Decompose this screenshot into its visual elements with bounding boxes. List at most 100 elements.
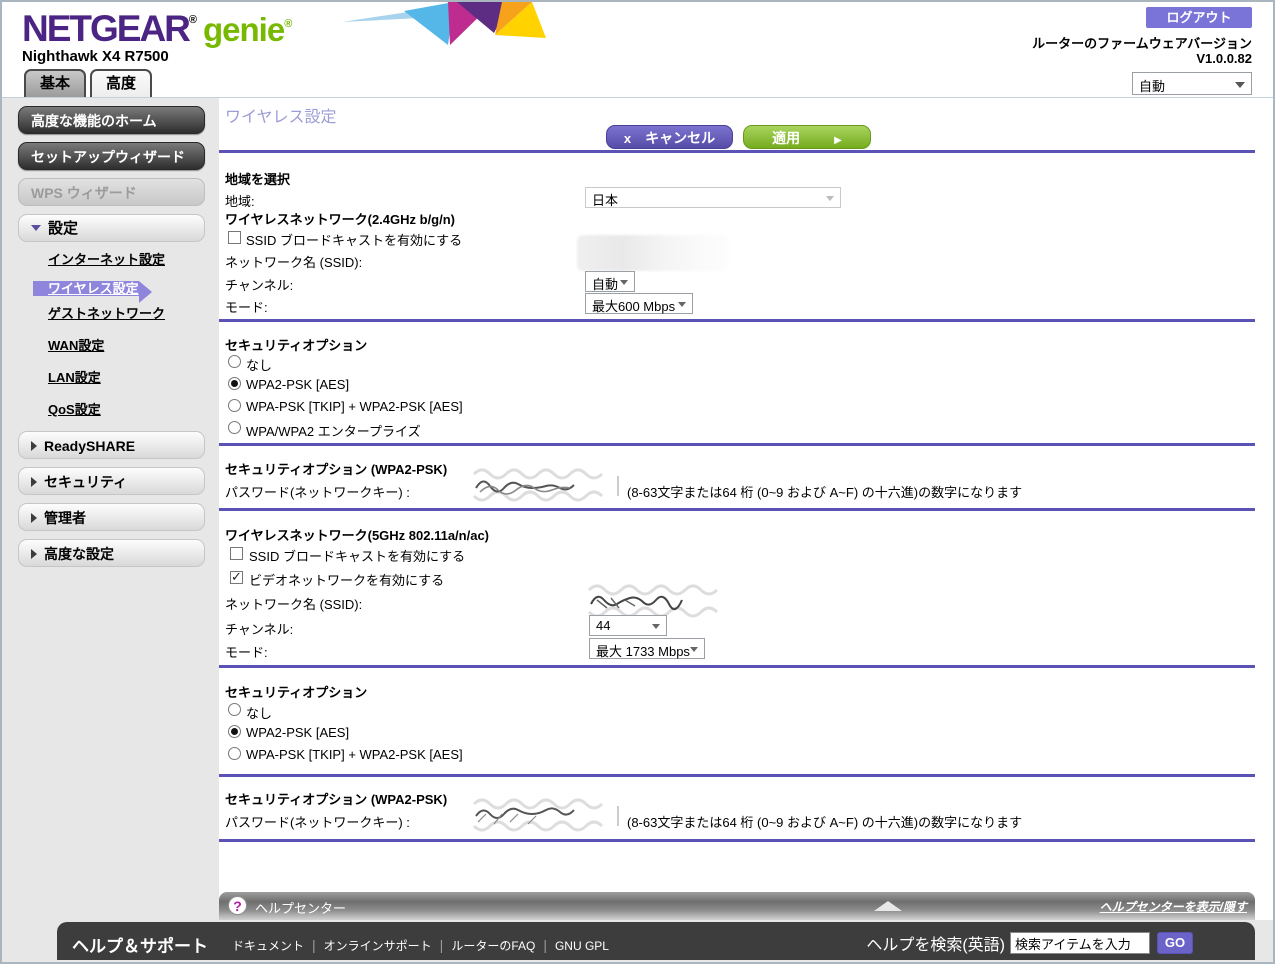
language-select[interactable]: 自動 — [1132, 72, 1252, 95]
footer-link-gnu-gpl[interactable]: GNU GPL — [555, 939, 609, 953]
password-24-hint: (8-63文字または64 桁 (0~9 および A~F) の十六進)の数字になり… — [627, 482, 1022, 501]
content-region: 高度な機能のホーム セットアップウィザード WPS ウィザード 設定 インターネ… — [2, 97, 1273, 920]
sidebar-item-qos-settings[interactable]: QoS設定 — [48, 396, 219, 421]
security24-option-wpa2psk: WPA2-PSK [AES] — [246, 377, 349, 392]
channel-5-select[interactable]: 44 — [589, 615, 667, 636]
mode-5-select[interactable]: 最大 1733 Mbps — [589, 638, 705, 659]
page: NETGEAR®genie® Nighthawk X4 R7500 ログアウト … — [2, 2, 1273, 962]
security24-option-enterprise: WPA/WPA2 エンタープライズ — [246, 421, 421, 440]
security24-radio-none[interactable] — [228, 355, 241, 368]
security5-option-wpapsk-wpa2psk: WPA-PSK [TKIP] + WPA2-PSK [AES] — [246, 747, 463, 762]
ssid-broadcast-5-label: SSID ブロードキャストを有効にする — [249, 546, 465, 565]
tab-basic[interactable]: 基本 — [24, 69, 86, 97]
chevron-down-icon — [652, 624, 660, 629]
mode-5-label: モード: — [225, 642, 268, 661]
sidebar-group-advanced-setup[interactable]: 高度な設定 — [18, 539, 205, 567]
ssid-broadcast-24-label: SSID ブロードキャストを有効にする — [246, 230, 462, 249]
video-network-5-label: ビデオネットワークを有効にする — [249, 570, 444, 589]
security5-option-none: なし — [246, 703, 272, 722]
network-name-24-label: ネットワーク名 (SSID): — [225, 252, 362, 271]
cancel-button[interactable]: xキャンセル — [606, 125, 733, 149]
sidebar: 高度な機能のホーム セットアップウィザード WPS ウィザード 設定 インターネ… — [2, 98, 219, 920]
apply-arrow-icon: ▶ — [834, 135, 842, 146]
chevron-down-icon — [678, 302, 686, 307]
tab-advanced[interactable]: 高度 — [90, 69, 152, 97]
ssid-broadcast-24-checkbox[interactable] — [228, 231, 241, 244]
triangle-right-icon — [31, 477, 37, 487]
sidebar-item-internet-settings[interactable]: インターネット設定 — [48, 246, 219, 271]
sidebar-item-setup-wizard[interactable]: セットアップウィザード — [18, 142, 205, 170]
password-5-field-redacted[interactable] — [472, 798, 624, 832]
apply-button[interactable]: 適用▶ — [743, 125, 871, 149]
sidebar-group-settings-label: 設定 — [48, 220, 78, 237]
section-divider — [219, 443, 1255, 446]
netgear-triangles-logo-icon — [342, 2, 567, 54]
footer-link-online-support[interactable]: オンラインサポート — [324, 939, 432, 953]
psk5-heading: セキュリティオプション (WPA2-PSK) — [225, 789, 447, 808]
help-center-toggle-link[interactable]: ヘルプセンターを表示/隠す — [1100, 898, 1247, 915]
sidebar-group-advanced-setup-label: 高度な設定 — [44, 546, 114, 562]
cancel-button-label: キャンセル — [645, 130, 715, 146]
ssid-broadcast-5-checkbox[interactable] — [230, 547, 243, 560]
mode-24-select[interactable]: 最大600 Mbps — [585, 293, 693, 314]
sidebar-item-wan-settings[interactable]: WAN設定 — [48, 332, 219, 357]
section-divider — [219, 839, 1255, 842]
channel-24-select[interactable]: 自動 — [585, 271, 635, 292]
network-name-24-field-redacted[interactable] — [577, 235, 729, 271]
sidebar-item-guest-network[interactable]: ゲストネットワーク — [48, 300, 219, 325]
network-name-5-label: ネットワーク名 (SSID): — [225, 594, 362, 613]
registered-mark-icon: ® — [284, 18, 292, 30]
triangle-right-icon — [31, 441, 37, 451]
go-button[interactable]: GO — [1157, 932, 1193, 954]
chevron-down-icon — [620, 280, 628, 285]
collapse-arrow-icon[interactable] — [874, 901, 902, 911]
mode-24-value: 最大600 Mbps — [592, 299, 675, 314]
region-selected-value: 日本 — [592, 193, 618, 208]
chevron-down-icon — [1235, 82, 1245, 88]
security24-option-wpapsk-wpa2psk: WPA-PSK [TKIP] + WPA2-PSK [AES] — [246, 399, 463, 414]
sidebar-group-settings[interactable]: 設定 — [18, 214, 205, 242]
help-center-bar: ? ヘルプセンター ヘルプセンターを表示/隠す — [219, 892, 1255, 920]
channel-24-label: チャンネル: — [225, 275, 293, 294]
help-question-icon[interactable]: ? — [228, 896, 247, 915]
security24-option-none: なし — [246, 355, 272, 374]
security5-radio-wpapsk-wpa2psk[interactable] — [228, 747, 241, 760]
tab-bar: 基本高度 — [24, 69, 156, 97]
footer-link-router-faq[interactable]: ルーターのFAQ — [451, 939, 535, 953]
sidebar-group-readyshare[interactable]: ReadySHARE — [18, 431, 205, 459]
password-5-hint: (8-63文字または64 桁 (0~9 および A~F) の十六進)の数字になり… — [627, 812, 1022, 831]
help-support-title: ヘルプ＆サポート — [72, 932, 208, 957]
security24-heading: セキュリティオプション — [225, 335, 367, 354]
footer-link-documentation[interactable]: ドキュメント — [232, 939, 304, 953]
sidebar-item-lan-settings[interactable]: LAN設定 — [48, 364, 219, 389]
help-search-input[interactable] — [1010, 932, 1150, 954]
security24-radio-wpa2psk[interactable] — [228, 377, 241, 390]
region-select[interactable]: 日本 — [585, 187, 841, 208]
genie-wordmark: genie — [203, 11, 284, 48]
help-search-label: ヘルプを検索(英語) — [866, 931, 1005, 955]
footer-bar: ヘルプ＆サポート ドキュメント|オンラインサポート|ルーターのFAQ|GNU G… — [57, 922, 1255, 960]
network-name-5-field-redacted[interactable] — [587, 582, 739, 618]
video-network-5-checkbox[interactable] — [230, 571, 243, 584]
mode-24-label: モード: — [225, 297, 268, 316]
sidebar-group-security[interactable]: セキュリティ — [18, 467, 205, 495]
security5-heading: セキュリティオプション — [225, 682, 367, 701]
security5-radio-none[interactable] — [228, 703, 241, 716]
security5-radio-wpa2psk[interactable] — [228, 725, 241, 738]
sidebar-item-wireless-settings-selected[interactable]: ワイヤレス設定 — [33, 281, 139, 296]
sidebar-group-administration[interactable]: 管理者 — [18, 503, 205, 531]
psk24-heading: セキュリティオプション (WPA2-PSK) — [225, 459, 447, 478]
logout-button[interactable]: ログアウト — [1146, 7, 1252, 28]
security24-radio-wpapsk-wpa2psk[interactable] — [228, 399, 241, 412]
header: NETGEAR®genie® Nighthawk X4 R7500 ログアウト … — [2, 2, 1273, 97]
channel-5-value: 44 — [596, 618, 610, 633]
sidebar-item-advanced-home[interactable]: 高度な機能のホーム — [18, 106, 205, 134]
sidebar-item-wps-wizard[interactable]: WPS ウィザード — [18, 178, 205, 206]
chevron-down-icon — [826, 196, 834, 201]
password-24-field-redacted[interactable] — [472, 468, 624, 502]
region-label: 地域: — [225, 191, 255, 210]
main-panel: ワイヤレス設定 xキャンセル 適用▶ 地域を選択 地域: 日本 ワイヤレスネット… — [219, 98, 1255, 920]
section-divider — [219, 150, 1255, 153]
security24-radio-enterprise[interactable] — [228, 421, 241, 434]
page-title: ワイヤレス設定 — [225, 103, 337, 127]
